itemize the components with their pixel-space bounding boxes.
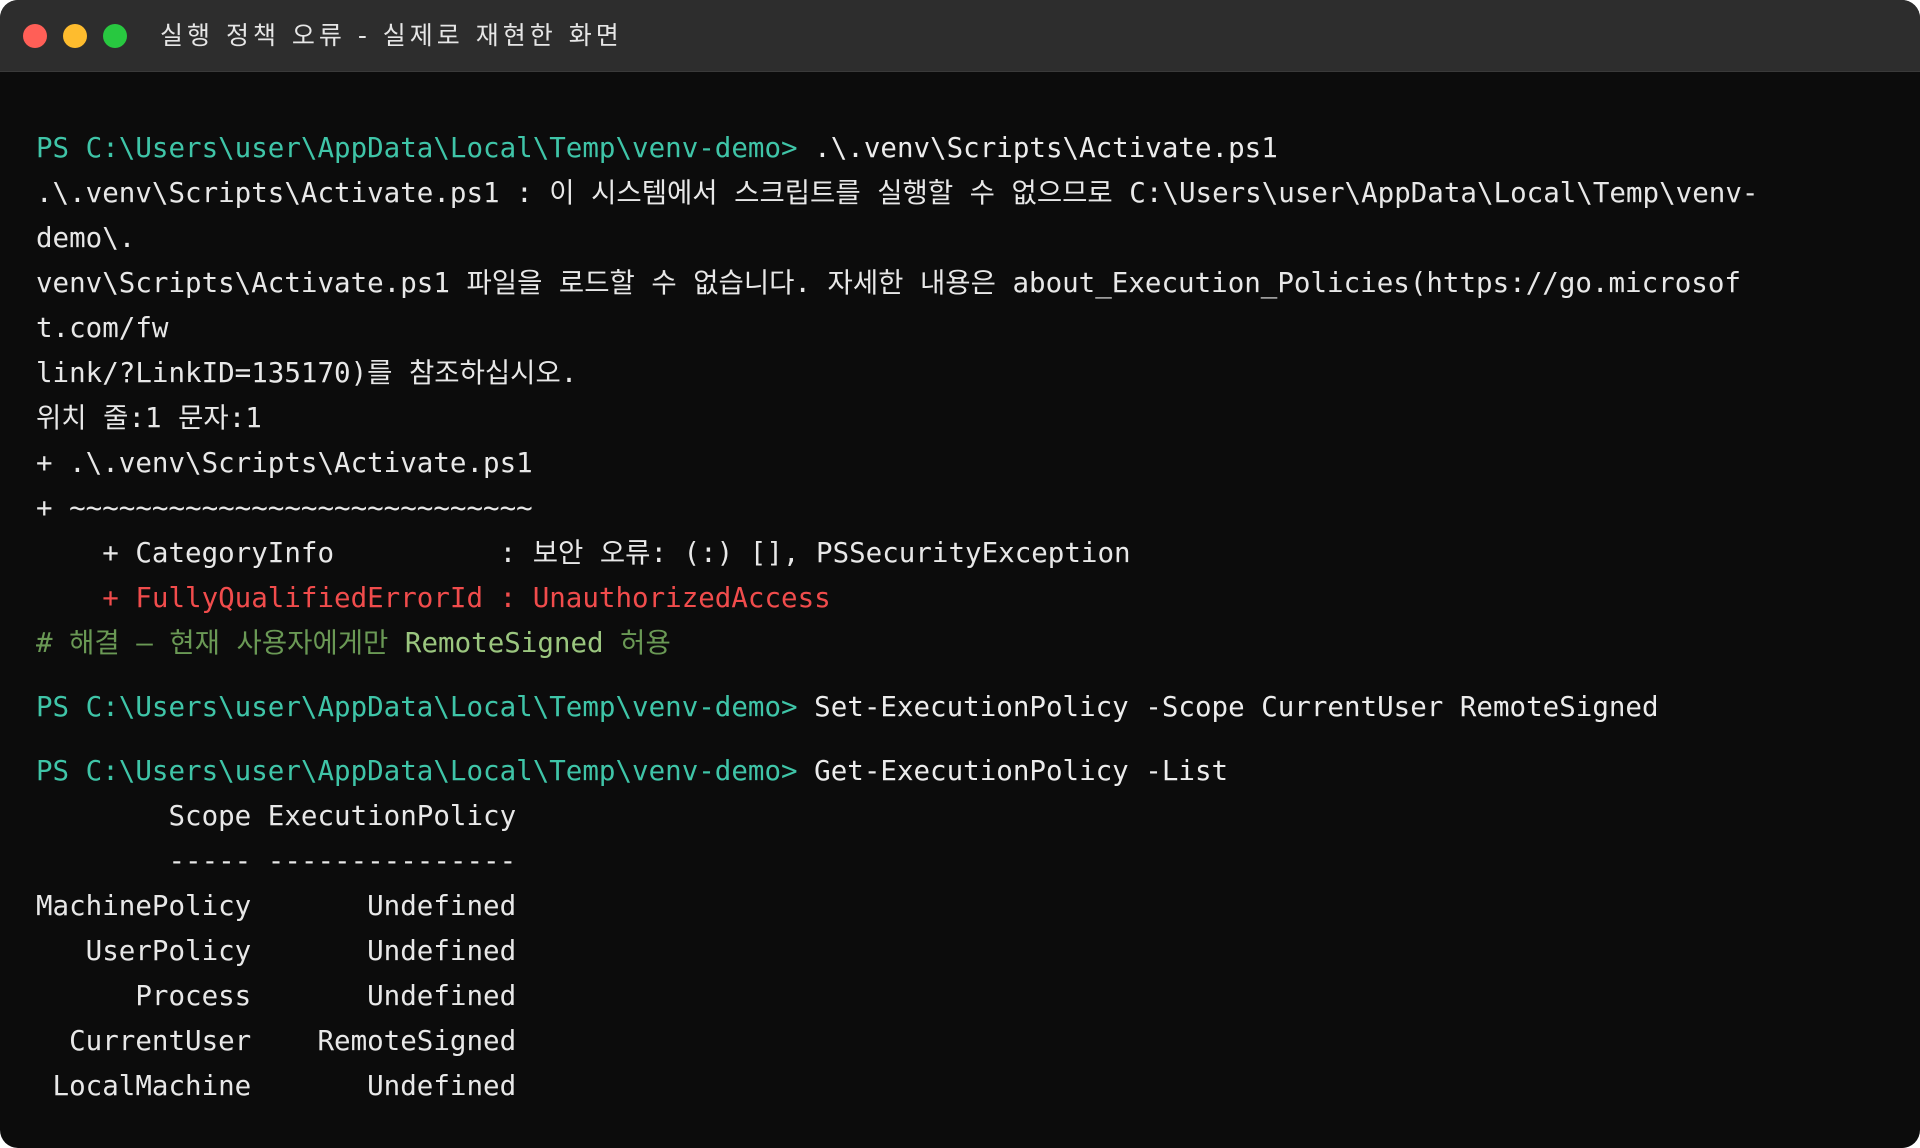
terminal-window: 실행 정책 오류 - 실제로 재현한 화면 PS C:\Users\user\A… — [0, 0, 1920, 1148]
error-line: 위치 줄:1 문자:1 — [36, 402, 262, 434]
comment-text: 허용 — [603, 627, 671, 659]
command-line-activate: PS C:\Users\user\AppData\Local\Temp\venv… — [36, 126, 1896, 171]
comment-text: # 해결 — 현재 사용자에게만 — [36, 627, 405, 659]
error-line: link/?LinkID=135170)를 참조하십시오. — [36, 357, 578, 389]
command-text: .\.venv\Scripts\Activate.ps1 — [797, 132, 1278, 164]
prompt: PS C:\Users\user\AppData\Local\Temp\venv… — [36, 691, 798, 723]
error-line: + .\.venv\Scripts\Activate.ps1 — [36, 447, 533, 479]
window-title: 실행 정책 오류 - 실제로 재현한 화면 — [160, 21, 623, 50]
error-line: + ~~~~~~~~~~~~~~~~~~~~~~~~~~~~ — [36, 492, 533, 524]
terminal-output[interactable]: PS C:\Users\user\AppData\Local\Temp\venv… — [36, 126, 1896, 1109]
prompt: PS C:\Users\user\AppData\Local\Temp\venv… — [36, 132, 798, 164]
error-line: + CategoryInfo : 보안 오류: (:) [], PSSecuri… — [36, 537, 1131, 569]
error-line: t.com/fw — [36, 312, 169, 344]
command-text: Set-ExecutionPolicy -Scope CurrentUser R… — [797, 691, 1659, 723]
close-button[interactable] — [23, 24, 47, 48]
table-row: Process Undefined — [36, 980, 517, 1012]
prompt: PS C:\Users\user\AppData\Local\Temp\venv… — [36, 755, 798, 787]
table-row: MachinePolicy Undefined — [36, 890, 517, 922]
error-line: venv\Scripts\Activate.ps1 파일을 로드할 수 없습니다… — [36, 267, 1741, 299]
table-separator: ----- --------------- — [36, 845, 517, 877]
comment-highlight: RemoteSigned — [404, 627, 604, 659]
comment-line: # 해결 — 현재 사용자에게만 RemoteSigned 허용 — [36, 621, 1896, 666]
table-row: CurrentUser RemoteSigned — [36, 1025, 517, 1057]
table-row: LocalMachine Undefined — [36, 1070, 517, 1102]
command-line-get-policy: PS C:\Users\user\AppData\Local\Temp\venv… — [36, 749, 1896, 794]
table-row: UserPolicy Undefined — [36, 935, 517, 967]
table-header: Scope ExecutionPolicy — [36, 800, 517, 832]
minimize-button[interactable] — [63, 24, 87, 48]
command-line-set-policy: PS C:\Users\user\AppData\Local\Temp\venv… — [36, 685, 1896, 730]
command-text: Get-ExecutionPolicy -List — [797, 755, 1229, 787]
title-bar: 실행 정책 오류 - 실제로 재현한 화면 — [0, 0, 1920, 72]
maximize-button[interactable] — [103, 24, 127, 48]
error-id-line: + FullyQualifiedErrorId : UnauthorizedAc… — [36, 582, 831, 614]
error-line: demo\. — [36, 222, 136, 254]
error-line: .\.venv\Scripts\Activate.ps1 : 이 시스템에서 스… — [36, 177, 1759, 209]
